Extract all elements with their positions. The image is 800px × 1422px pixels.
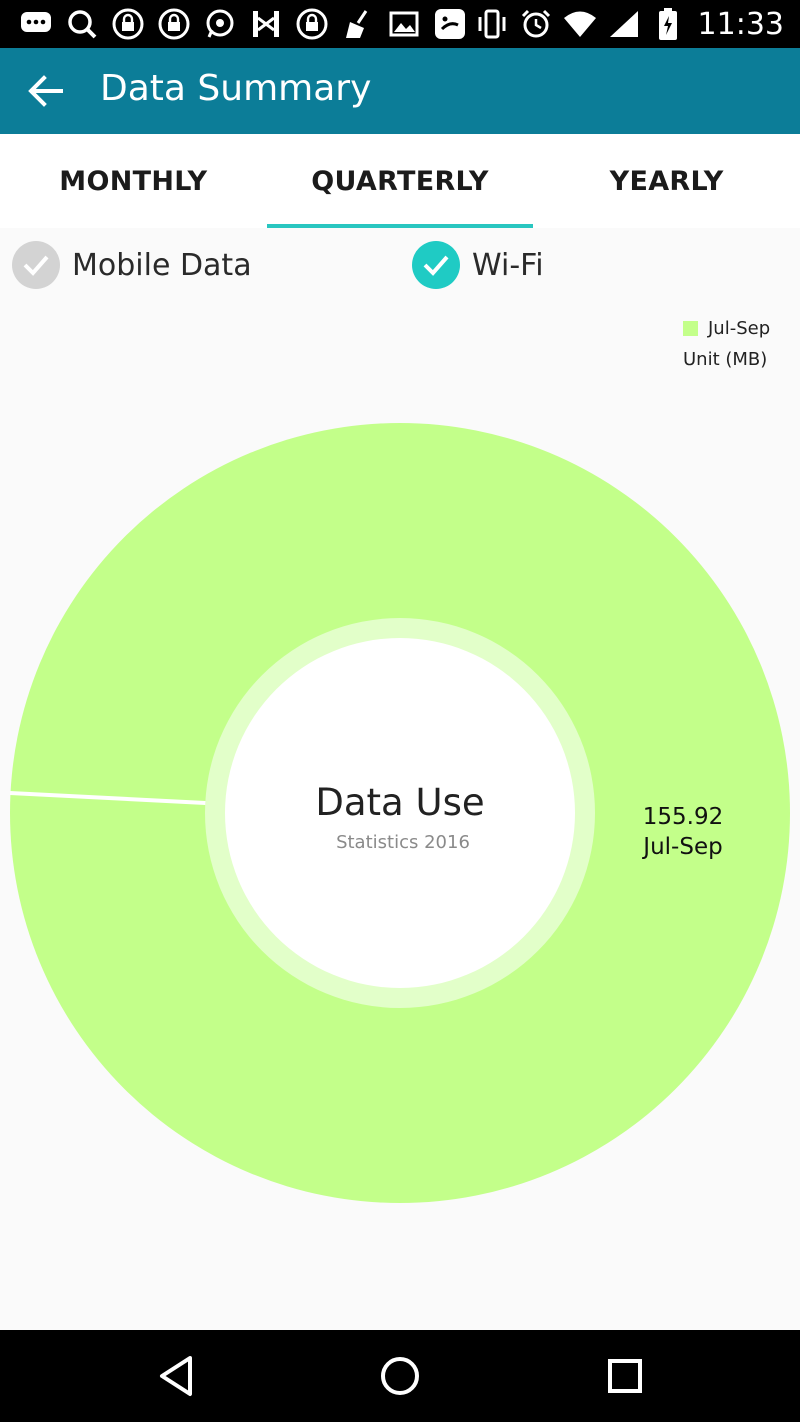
donut-chart: Data Use Statistics 2016 155.92 Jul-Sep xyxy=(9,423,790,1203)
notification-icons xyxy=(18,6,468,42)
nav-back-button[interactable] xyxy=(148,1348,204,1404)
circle-home-icon xyxy=(381,1357,419,1395)
chart-legend: Jul-Sep Unit (MB) xyxy=(683,318,770,370)
nav-home-button[interactable] xyxy=(372,1348,428,1404)
legend-item: Jul-Sep xyxy=(683,318,770,339)
chat-icon xyxy=(18,6,54,42)
center-subtitle: Statistics 2016 xyxy=(336,832,470,853)
signal-icon xyxy=(606,6,642,42)
triangle-back-icon xyxy=(160,1356,192,1396)
tab-quarterly[interactable]: QUARTERLY xyxy=(266,134,534,228)
slice-value-label: 155.92 xyxy=(643,804,723,830)
transfer-icon xyxy=(248,6,284,42)
mobile-data-label: Mobile Data xyxy=(72,247,252,283)
clock-time: 11:33 xyxy=(697,6,784,42)
app-bar: Data Summary xyxy=(0,48,800,134)
image-icon xyxy=(386,6,422,42)
face-icon xyxy=(432,6,468,42)
system-icons: 11:33 xyxy=(474,4,784,44)
legend-swatch xyxy=(683,321,698,336)
slice-category-label: Jul-Sep xyxy=(641,834,722,860)
period-tabs: MONTHLY QUARTERLY YEARLY xyxy=(0,134,800,228)
back-button[interactable] xyxy=(20,66,70,116)
arrow-left-icon xyxy=(28,75,63,107)
nav-recents-button[interactable] xyxy=(597,1348,653,1404)
vibrate-icon xyxy=(474,6,510,42)
center-title: Data Use xyxy=(315,781,484,824)
status-bar: 11:33 xyxy=(0,0,800,48)
mobile-data-toggle[interactable]: Mobile Data xyxy=(12,240,252,290)
alarm-icon xyxy=(518,6,554,42)
tab-monthly[interactable]: MONTHLY xyxy=(0,134,267,228)
lock-icon xyxy=(110,6,146,42)
wifi-toggle[interactable]: Wi-Fi xyxy=(412,240,544,290)
search-icon xyxy=(64,6,100,42)
legend-label: Jul-Sep xyxy=(708,318,771,339)
broom-icon xyxy=(340,6,376,42)
check-circle-icon xyxy=(12,241,60,289)
whatsapp-icon xyxy=(202,6,238,42)
battery-icon xyxy=(650,6,686,42)
lock-icon xyxy=(294,6,330,42)
wifi-icon xyxy=(562,6,598,42)
legend-unit: Unit (MB) xyxy=(683,349,768,370)
square-recents-icon xyxy=(608,1359,642,1393)
tab-yearly[interactable]: YEARLY xyxy=(533,134,800,228)
check-circle-icon xyxy=(412,241,460,289)
lock-icon xyxy=(156,6,192,42)
page-title: Data Summary xyxy=(100,68,372,109)
wifi-label: Wi-Fi xyxy=(472,247,544,283)
navigation-bar xyxy=(0,1330,800,1422)
